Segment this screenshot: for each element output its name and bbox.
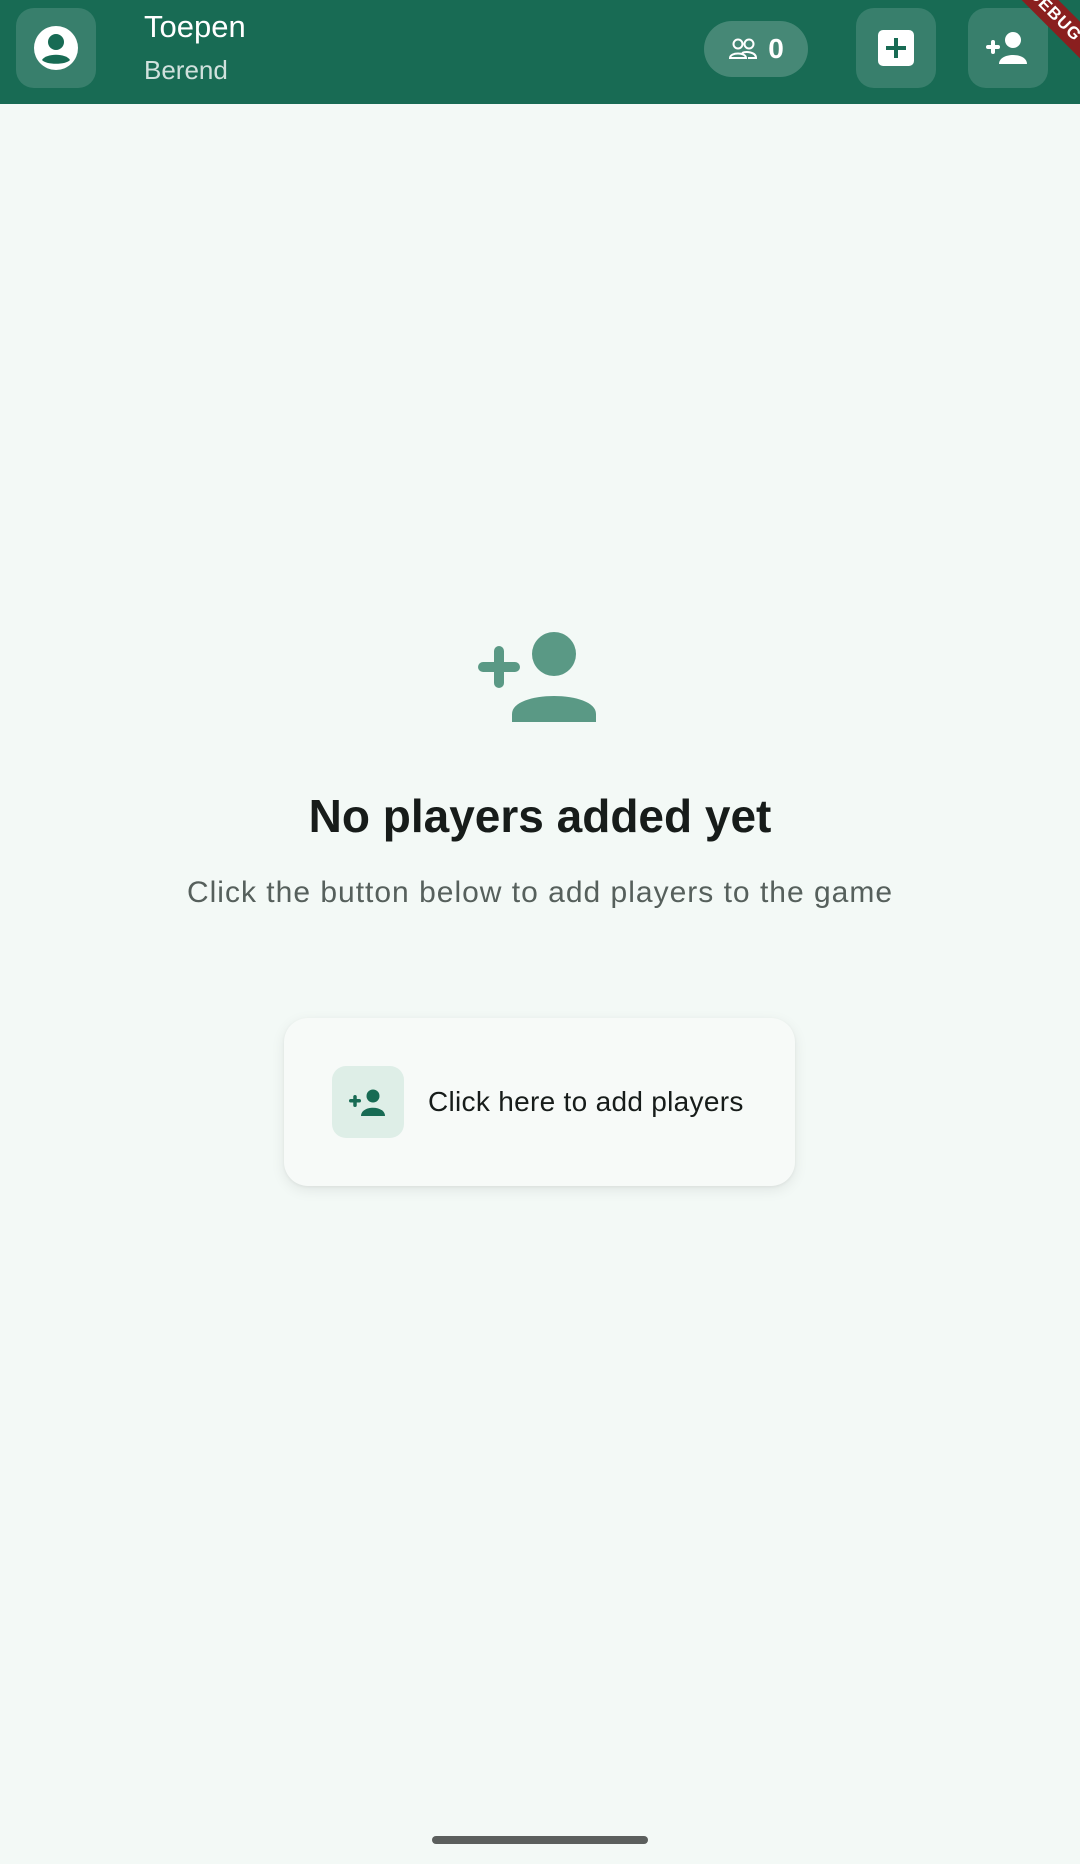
person-add-icon [349,1089,385,1116]
profile-button[interactable] [16,8,96,88]
player-count: 0 [768,33,784,64]
empty-state: No players added yet Click the button be… [0,630,1080,912]
add-game-button[interactable] [856,8,936,88]
app-bar: Toepen Berend 0 DEBUG [0,0,1080,104]
add-players-button[interactable]: Click here to add players [284,1018,795,1186]
title-block: Toepen Berend [144,8,246,87]
empty-state-title: No players added yet [308,790,772,842]
person-add-icon [986,32,1027,64]
add-players-label: Click here to add players [428,1086,744,1117]
empty-state-subtitle: Click the button below to add players to… [186,876,894,909]
add-player-button[interactable] [968,8,1048,88]
account-circle-icon [34,26,78,70]
app-subtitle: Berend [144,55,228,85]
player-count-chip[interactable]: 0 [704,21,808,77]
group-icon [729,38,758,59]
add-players-icon-box [332,1066,404,1138]
home-indicator[interactable] [432,1836,648,1844]
person-add-icon [478,632,596,722]
app-title: Toepen [144,9,246,44]
add-box-icon [878,30,914,66]
